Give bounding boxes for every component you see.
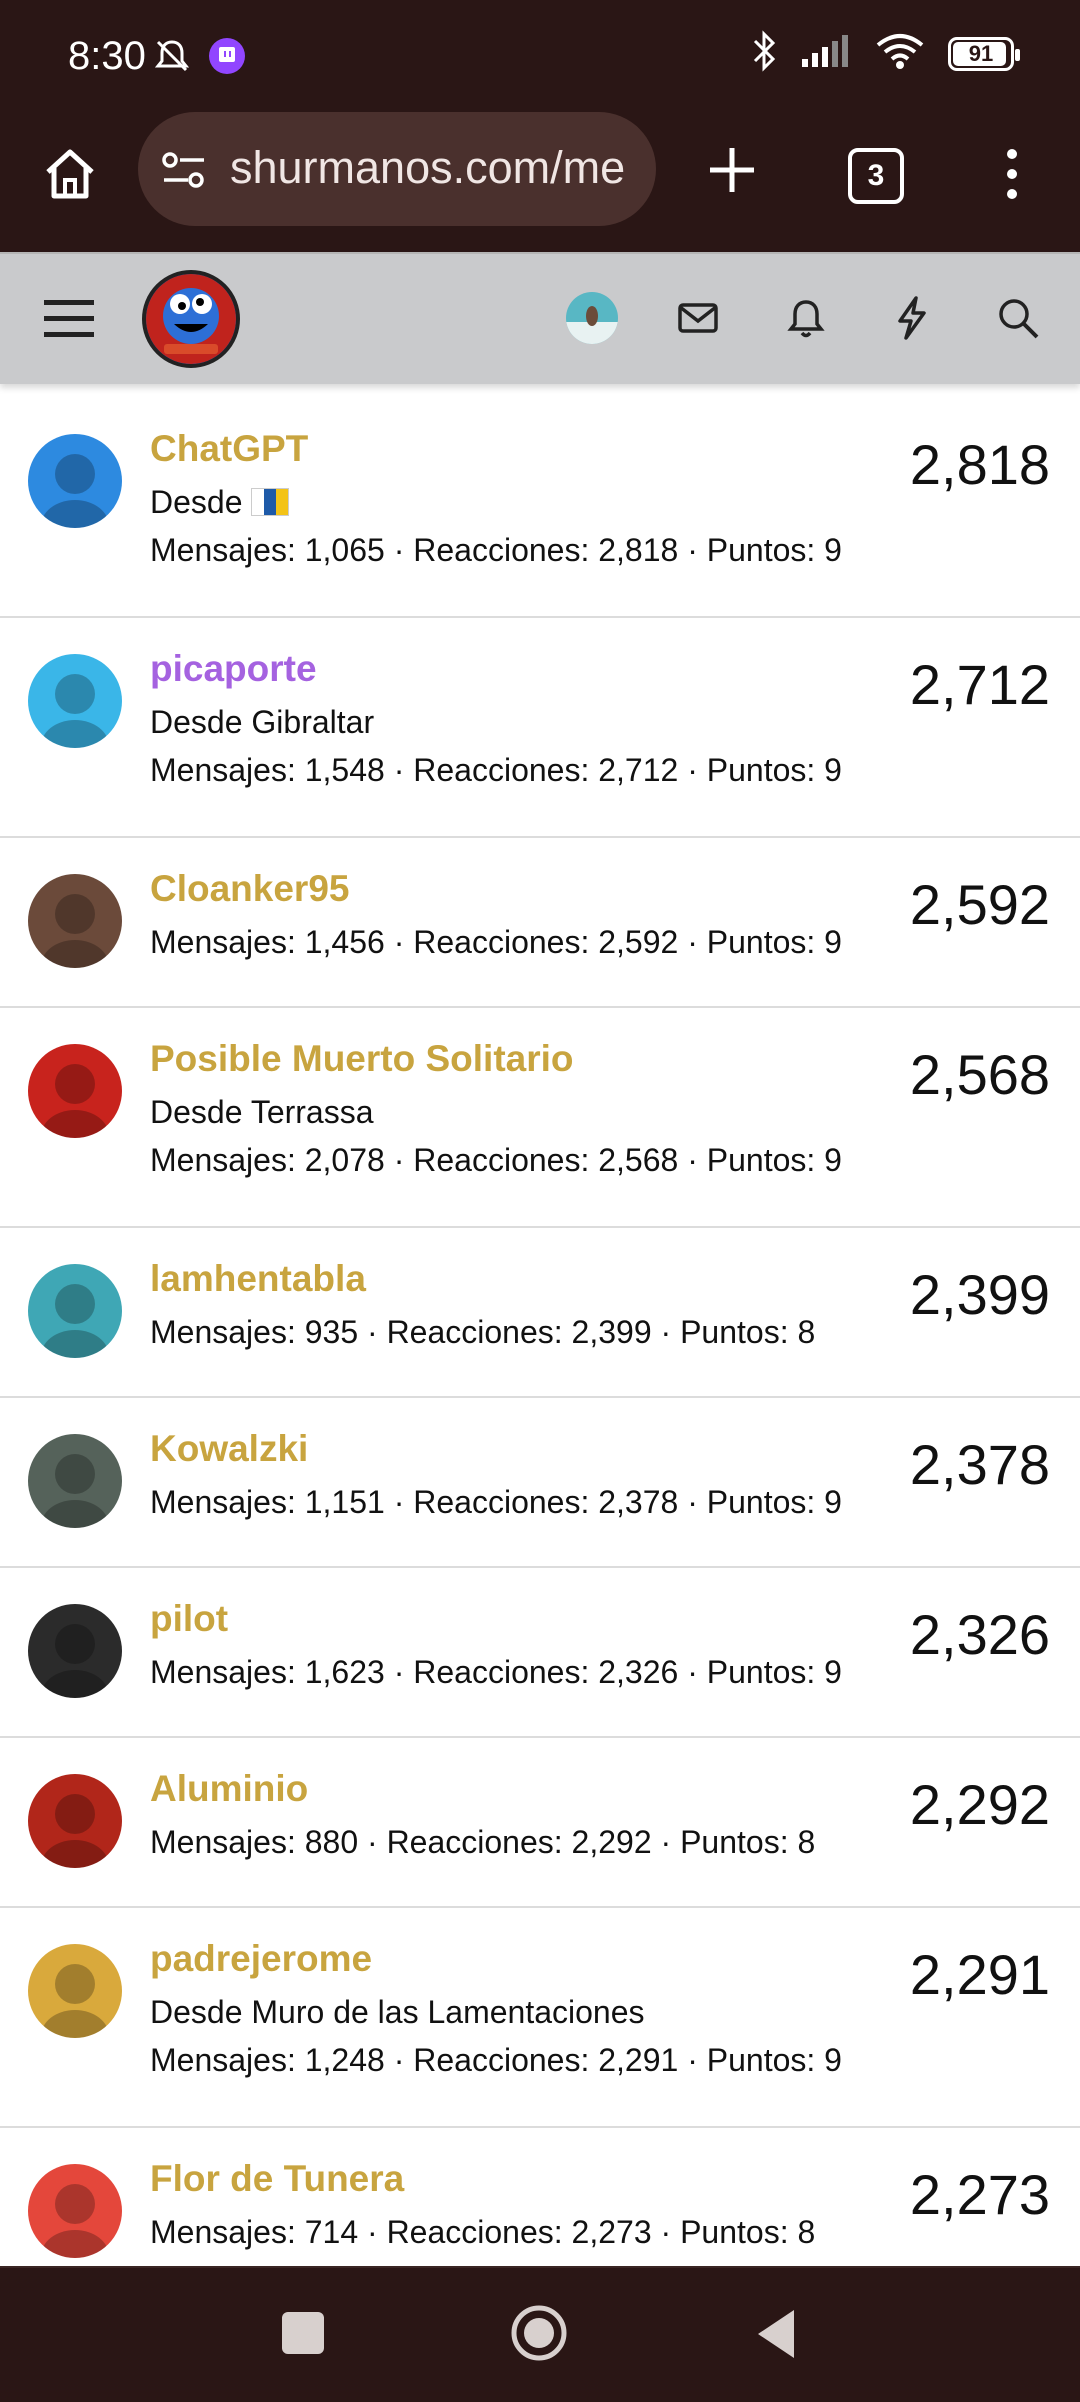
member-stats: Mensajes: 1,456 · Reacciones: 2,592 · Pu… (150, 924, 842, 960)
battery-icon: 91 (948, 36, 1020, 71)
member-avatar[interactable] (28, 874, 122, 968)
recents-icon[interactable] (282, 2312, 324, 2354)
mute-bell-icon (152, 36, 192, 81)
member-stats: Mensajes: 880 · Reacciones: 2,292 · Punt… (150, 1824, 816, 1860)
battery-level: 91 (968, 40, 994, 66)
member-stats: Mensajes: 1,623 · Reacciones: 2,326 · Pu… (150, 1654, 842, 1690)
member-location-text: Desde Gibraltar (150, 704, 375, 740)
member-score: 2,378 (909, 1433, 1050, 1496)
member-stats: Mensajes: 2,078 · Reacciones: 2,568 · Pu… (150, 1142, 842, 1178)
twitch-icon (208, 37, 246, 80)
tab-count: 3 (867, 159, 885, 192)
tab-switcher-icon[interactable]: 3 (848, 148, 904, 204)
wifi-icon (874, 31, 926, 76)
signal-icon (800, 33, 852, 74)
member-avatar[interactable] (28, 1604, 122, 1698)
bell-icon[interactable] (782, 294, 830, 342)
member-list: ChatGPT Desde Mensajes: 1,065 · Reacciones… (0, 398, 1080, 2298)
member-score: 2,291 (909, 1943, 1050, 2006)
flag-icon (250, 488, 289, 516)
browser-toolbar: shurmanos.com/me 3 (0, 112, 1080, 252)
member-name[interactable]: ChatGPT (150, 428, 308, 470)
member-location-text: Desde Terrassa (150, 1094, 374, 1130)
member-stats: Mensajes: 1,248 · Reacciones: 2,291 · Pu… (150, 2042, 842, 2078)
site-header (0, 252, 1080, 384)
member-score: 2,273 (909, 2163, 1050, 2226)
member-row[interactable]: Aluminio Mensajes: 880 · Reacciones: 2,29… (0, 1738, 1080, 1908)
overflow-menu-icon[interactable] (996, 142, 1028, 206)
member-stats: Mensajes: 714 · Reacciones: 2,273 · Punt… (150, 2214, 816, 2250)
member-name[interactable]: Cloanker95 (150, 868, 350, 910)
status-right-icons: 91 (750, 30, 1020, 77)
member-location: Desde Muro de las Lamentaciones (150, 1994, 645, 2031)
member-row[interactable]: Cloanker95 Mensajes: 1,456 · Reacciones: … (0, 838, 1080, 1008)
member-score: 2,326 (909, 1603, 1050, 1666)
member-name[interactable]: Flor de Tunera (150, 2158, 404, 2200)
member-avatar[interactable] (28, 1774, 122, 1868)
system-nav-bar (0, 2266, 1080, 2402)
member-stats: Mensajes: 935 · Reacciones: 2,399 · Punt… (150, 1314, 816, 1350)
user-avatar[interactable] (566, 292, 618, 344)
member-location-text: Desde Muro de las Lamentaciones (150, 1994, 645, 2030)
hamburger-icon[interactable] (42, 296, 96, 340)
member-avatar[interactable] (28, 434, 122, 528)
member-score: 2,399 (909, 1263, 1050, 1326)
member-avatar[interactable] (28, 654, 122, 748)
address-bar[interactable]: shurmanos.com/me (138, 112, 656, 226)
member-score: 2,292 (909, 1773, 1050, 1836)
member-name[interactable]: Kowalzki (150, 1428, 308, 1470)
search-icon[interactable] (994, 294, 1042, 342)
member-name[interactable]: picaporte (150, 648, 317, 690)
member-name[interactable]: Posible Muerto Solitario (150, 1038, 574, 1080)
member-stats: Mensajes: 1,548 · Reacciones: 2,712 · Pu… (150, 752, 842, 788)
member-name[interactable]: Aluminio (150, 1768, 308, 1810)
member-score: 2,712 (909, 653, 1050, 716)
member-location: Desde Terrassa (150, 1094, 374, 1131)
status-time: 8:30 (68, 34, 146, 78)
home-circle-icon[interactable] (510, 2304, 568, 2362)
member-stats: Mensajes: 1,065 · Reacciones: 2,818 · Pu… (150, 532, 842, 568)
status-left-icons (152, 36, 246, 81)
home-icon[interactable] (38, 142, 102, 206)
member-score: 2,592 (909, 873, 1050, 936)
new-tab-icon[interactable] (700, 138, 764, 202)
member-avatar[interactable] (28, 2164, 122, 2258)
member-row[interactable]: Posible Muerto Solitario Desde Terrassa Me… (0, 1008, 1080, 1228)
member-avatar[interactable] (28, 1944, 122, 2038)
back-icon[interactable] (756, 2308, 796, 2360)
member-row[interactable]: picaporte Desde Gibraltar Mensajes: 1,548 … (0, 618, 1080, 838)
member-avatar[interactable] (28, 1434, 122, 1528)
url-text: shurmanos.com/me (230, 142, 626, 193)
member-row[interactable]: ChatGPT Desde Mensajes: 1,065 · Reacciones… (0, 398, 1080, 618)
site-logo[interactable] (142, 270, 240, 368)
status-bar: 8:30 91 (0, 0, 1080, 112)
member-row[interactable]: pilot Mensajes: 1,623 · Reacciones: 2,326… (0, 1568, 1080, 1738)
member-avatar[interactable] (28, 1264, 122, 1358)
member-row[interactable]: padrejerome Desde Muro de las Lamentacion… (0, 1908, 1080, 2128)
member-location: Desde Gibraltar (150, 704, 374, 741)
member-name[interactable]: pilot (150, 1598, 228, 1640)
mail-icon[interactable] (674, 294, 722, 342)
member-row[interactable]: Kowalzki Mensajes: 1,151 · Reacciones: 2,… (0, 1398, 1080, 1568)
member-location: Desde (150, 484, 289, 521)
member-score: 2,568 (909, 1043, 1050, 1106)
site-settings-icon[interactable] (160, 150, 208, 190)
member-score: 2,818 (909, 433, 1050, 496)
member-name[interactable]: padrejerome (150, 1938, 372, 1980)
bluetooth-icon (750, 30, 778, 77)
member-location-text: Desde (150, 484, 243, 520)
member-name[interactable]: lamhentabla (150, 1258, 366, 1300)
member-stats: Mensajes: 1,151 · Reacciones: 2,378 · Pu… (150, 1484, 842, 1520)
lightning-icon[interactable] (888, 294, 936, 342)
member-row[interactable]: lamhentabla Mensajes: 935 · Reacciones: 2… (0, 1228, 1080, 1398)
member-avatar[interactable] (28, 1044, 122, 1138)
